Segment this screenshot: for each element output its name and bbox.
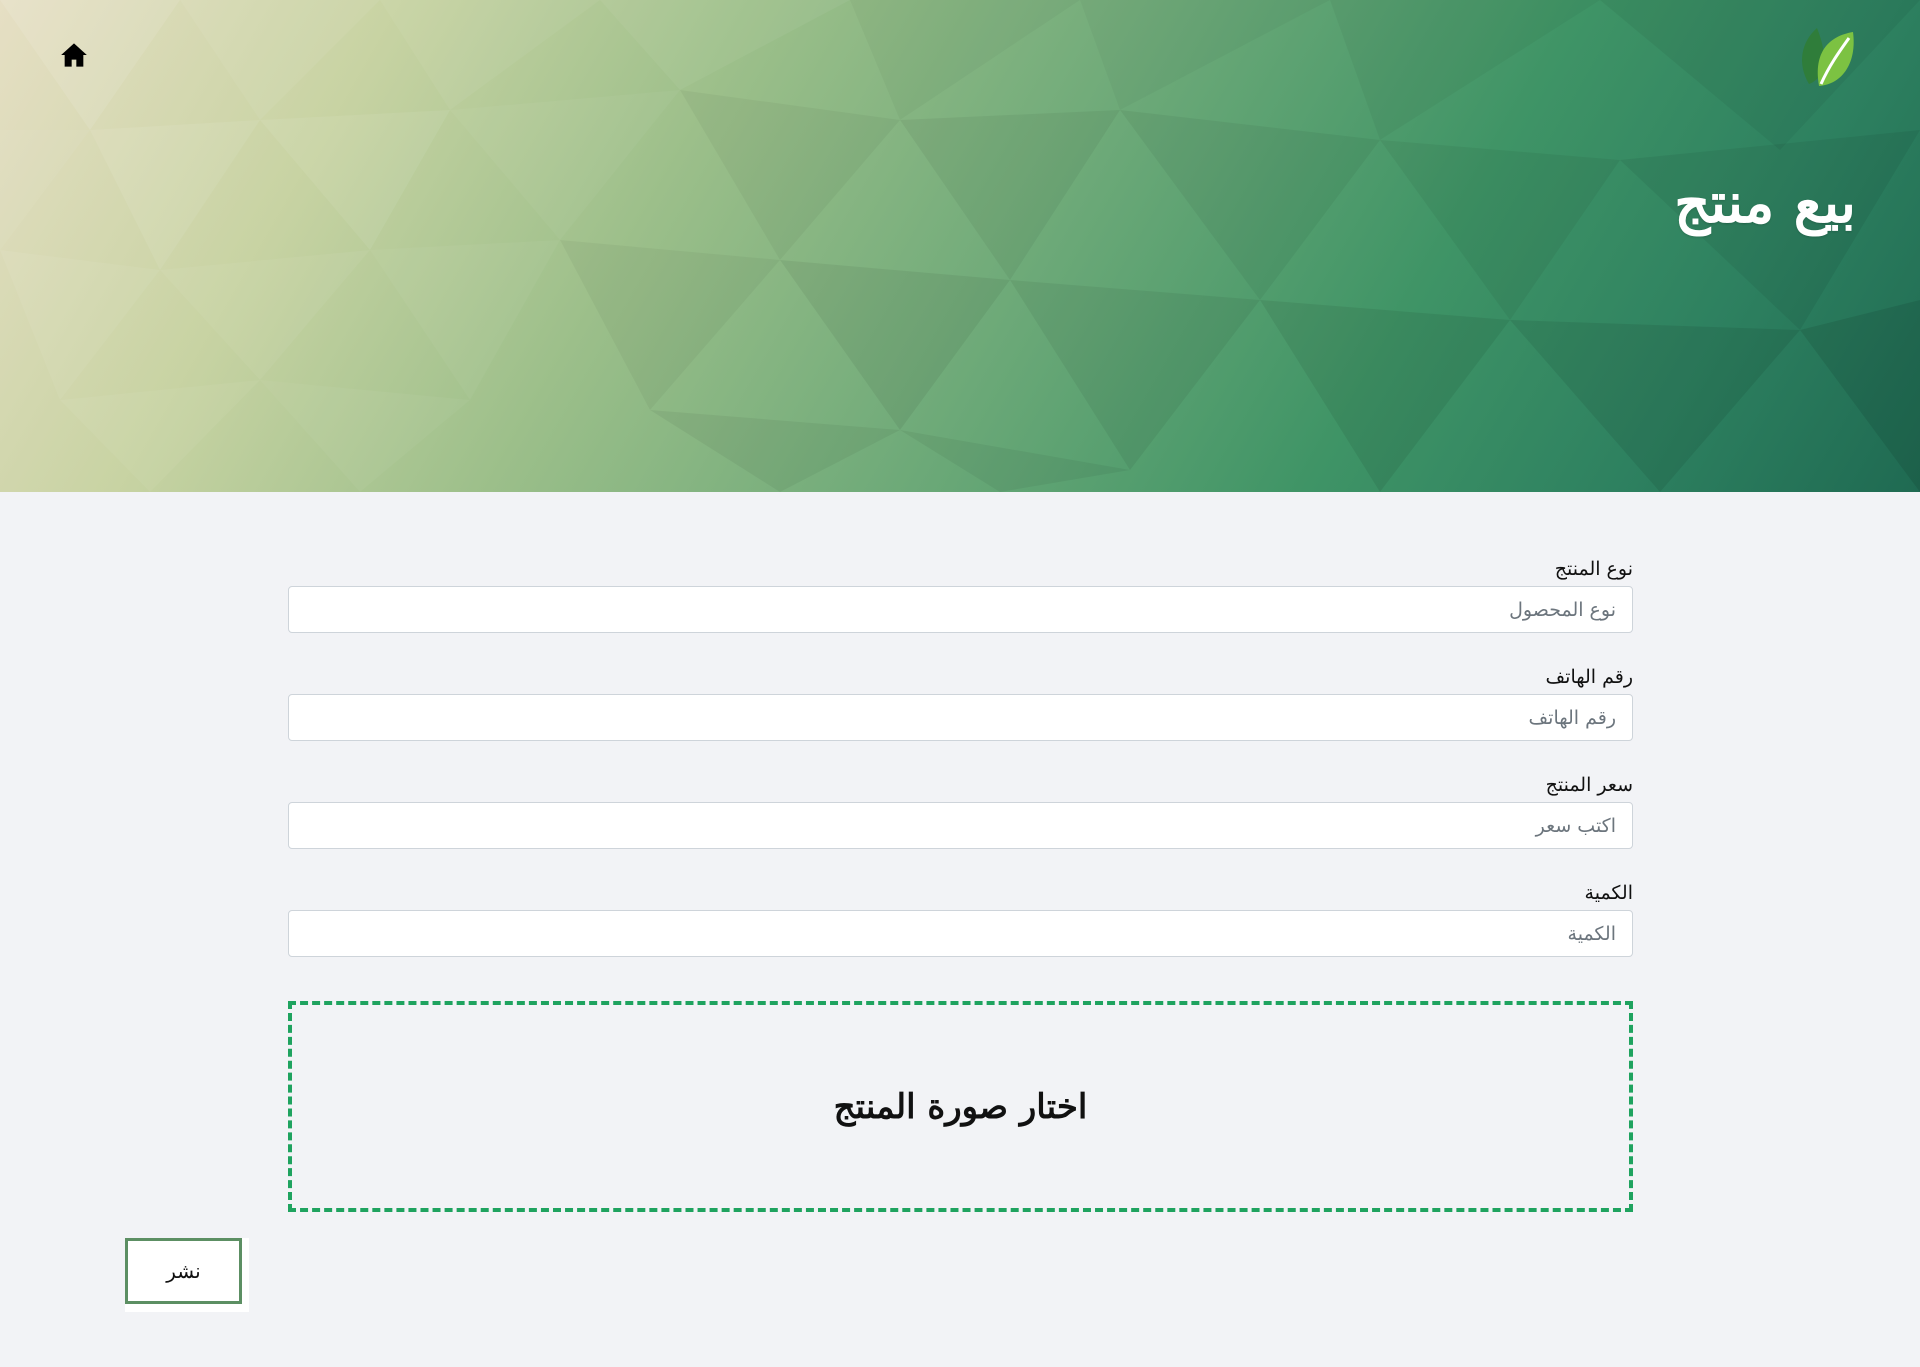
price-label: سعر المنتج xyxy=(1545,774,1633,796)
quantity-input[interactable] xyxy=(288,910,1633,957)
product-type-label: نوع المنتج xyxy=(1554,558,1633,580)
phone-label: رقم الهاتف xyxy=(1545,666,1633,688)
polygon-background xyxy=(0,0,1920,492)
home-button[interactable] xyxy=(60,42,88,68)
home-icon xyxy=(61,43,87,67)
publish-button[interactable]: نشر xyxy=(125,1238,242,1304)
phone-input[interactable] xyxy=(288,694,1633,741)
product-type-input[interactable] xyxy=(288,586,1633,633)
quantity-label: الكمية xyxy=(1584,882,1633,904)
page-title: بيع منتج xyxy=(1674,170,1856,236)
sell-product-form: نوع المنتج رقم الهاتف سعر المنتج الكمية xyxy=(288,552,1633,984)
product-image-dropzone[interactable]: اختار صورة المنتج xyxy=(288,1001,1633,1212)
dropzone-label: اختار صورة المنتج xyxy=(833,1086,1088,1127)
leaf-logo-icon[interactable] xyxy=(1795,22,1857,90)
publish-button-container: نشر xyxy=(125,1238,249,1312)
header-banner: بيع منتج xyxy=(0,0,1920,492)
price-input[interactable] xyxy=(288,802,1633,849)
